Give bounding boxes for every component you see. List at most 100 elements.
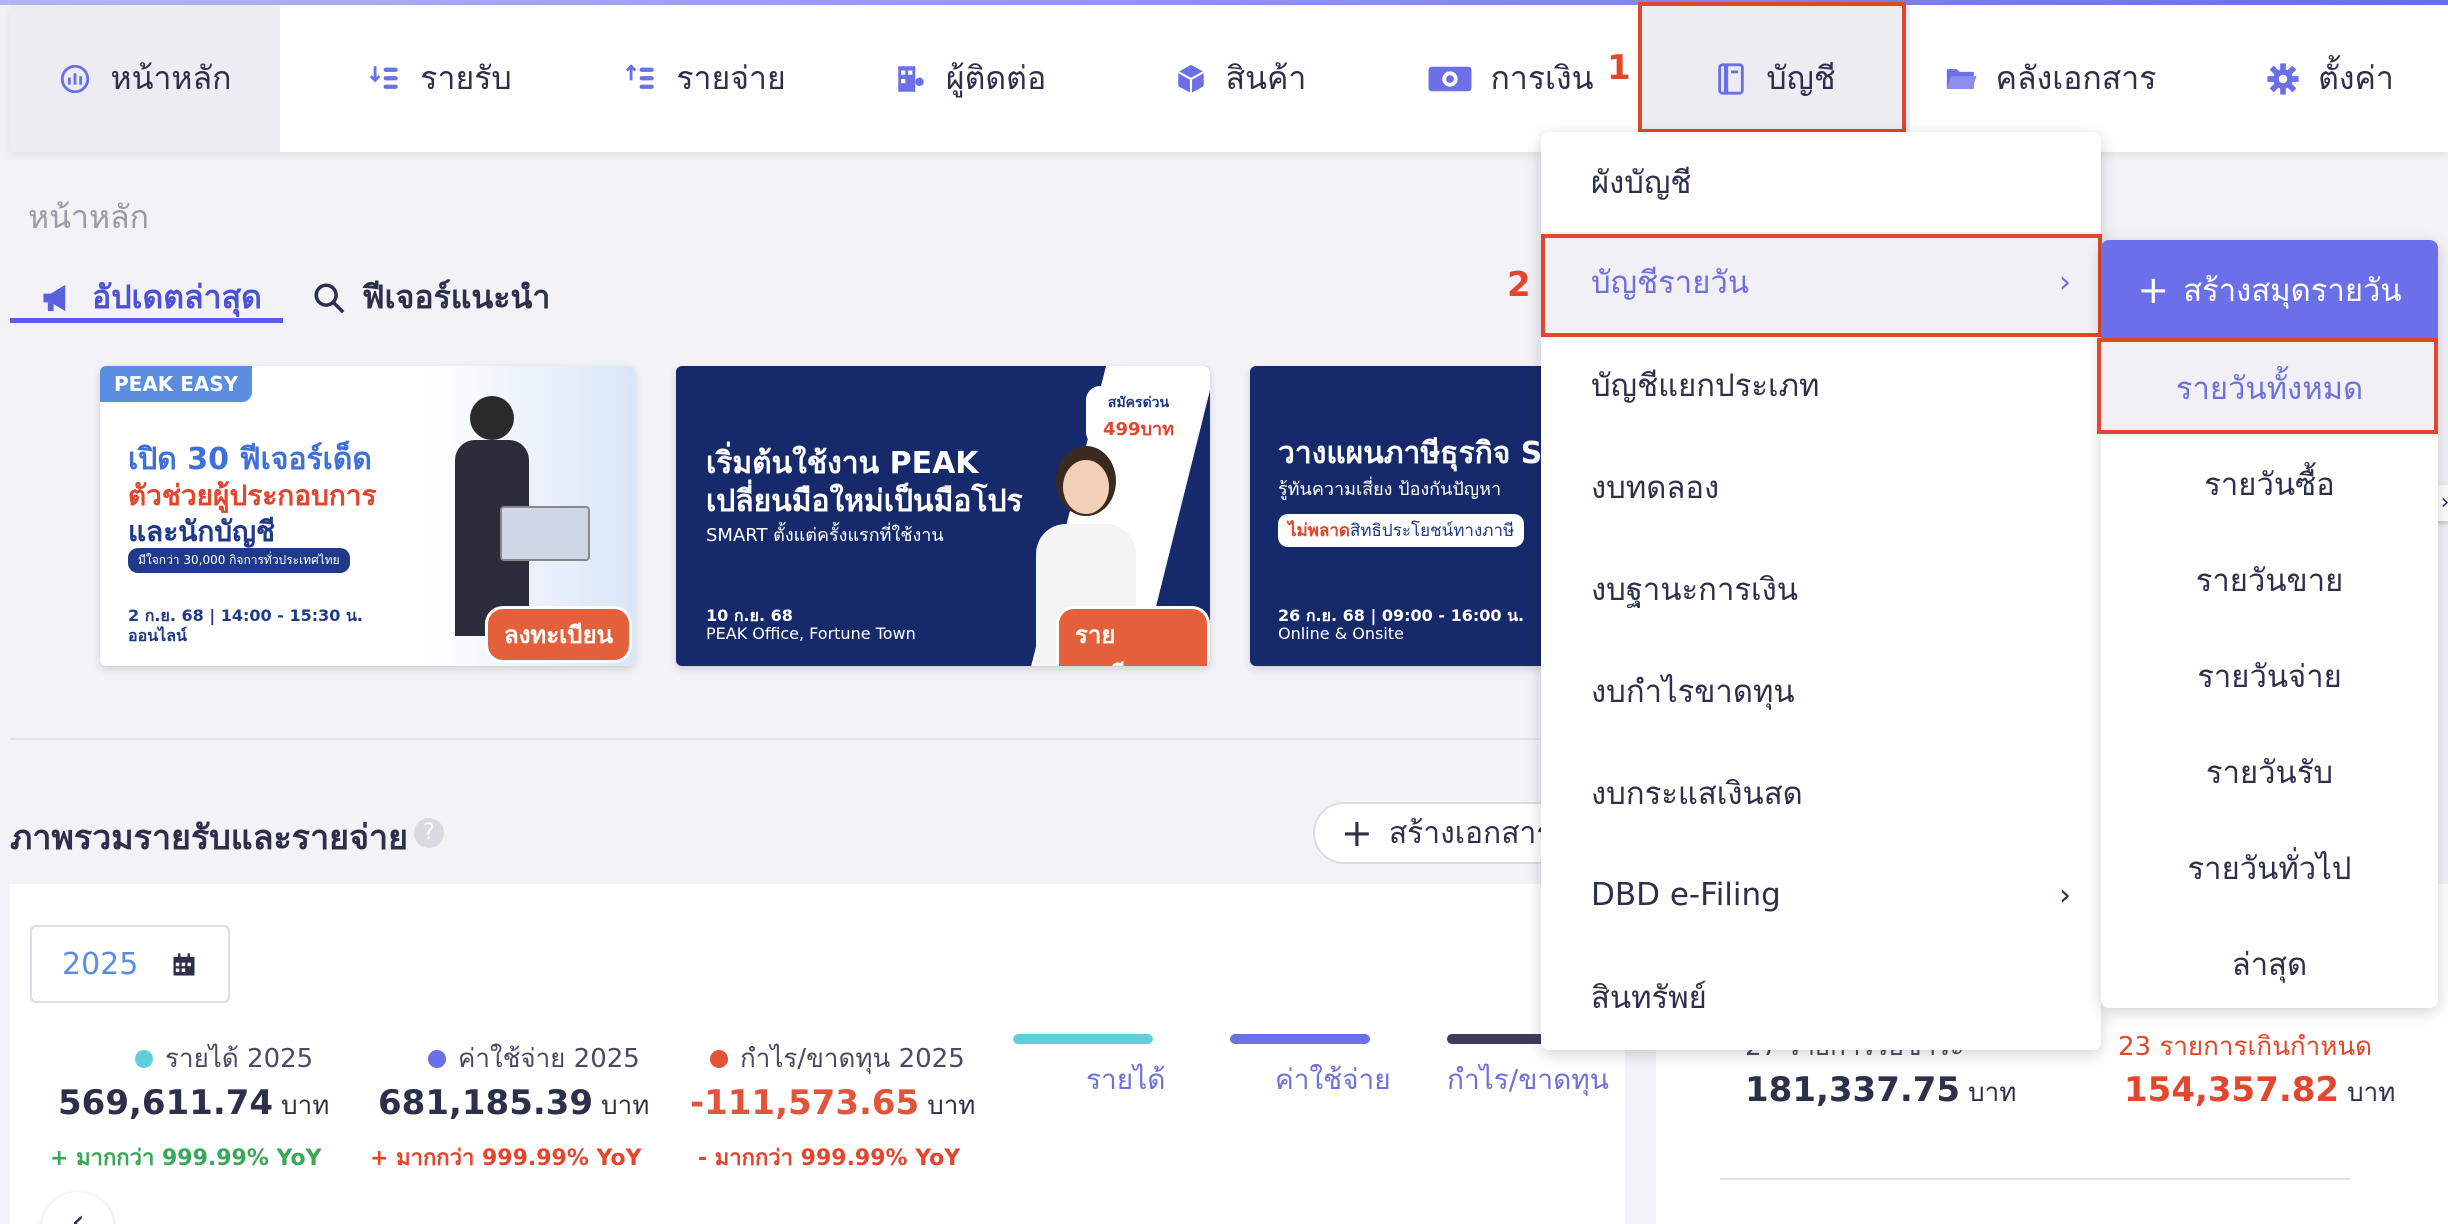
headline-part: เปิด	[128, 442, 188, 477]
create-document-label: สร้างเอกสาร	[1388, 815, 1553, 851]
nav-settings[interactable]: ตั้งค่า	[2240, 5, 2420, 152]
tag-emphasis: ไม่พลาด	[1288, 521, 1350, 541]
create-journal-button[interactable]: + สร้างสมุดรายวัน	[2101, 240, 2438, 340]
value-number: 154,357.82	[2124, 1070, 2340, 1110]
submenu-item-receipt-journal[interactable]: รายวันรับ	[2101, 724, 2438, 820]
create-document-button[interactable]: + สร้างเอกสาร	[1313, 802, 1573, 864]
year-picker[interactable]: 2025	[30, 925, 230, 1003]
value-unit: บาท	[601, 1091, 650, 1121]
profit-yoy: - มากกว่า 999.99% YoY	[698, 1146, 961, 1171]
submenu-label: รายวันจ่าย	[2197, 659, 2342, 695]
section-divider	[10, 738, 1550, 740]
income-yoy: + มากกว่า 999.99% YoY	[50, 1146, 322, 1171]
profit-stat-label: กำไร/ขาดทุน 2025	[710, 1038, 965, 1079]
nav-label: รายรับ	[420, 59, 512, 97]
legend-profit[interactable]: กำไร/ขาดทุน	[1447, 1058, 1609, 1102]
megaphone-icon	[40, 282, 76, 314]
price-bubble: สมัครด่วน 499บาท	[1086, 386, 1191, 446]
main-navbar: หน้าหลัก รายรับ รายจ่าย ผู้ติดต่อ สินค้า…	[10, 5, 2448, 152]
submenu-item-purchase-journal[interactable]: รายวันซื้อ	[2101, 436, 2438, 532]
annotation-step-1: 1	[1607, 48, 1631, 88]
tab-features[interactable]: ฟีเจอร์แนะนำ	[312, 270, 550, 325]
submenu-item-payment-journal[interactable]: รายวันจ่าย	[2101, 628, 2438, 724]
expense-stat-label: ค่าใช้จ่าย 2025	[428, 1038, 640, 1079]
folder-icon	[1944, 62, 1978, 96]
stat-label-text: กำไร/ขาดทุน 2025	[740, 1044, 965, 1074]
highlight-all-journals	[2097, 338, 2438, 434]
banner-sub: รู้ทันความเสี่ยง ป้องกันปัญหา	[1278, 479, 1502, 500]
nav-label: สินค้า	[1225, 59, 1307, 97]
plus-icon: +	[2137, 268, 2170, 312]
expense-value: 681,185.39 บาท	[378, 1083, 649, 1126]
submenu-label: ล่าสุด	[2231, 947, 2308, 983]
menu-item-income-statement[interactable]: งบกำไรขาดทุน	[1541, 641, 2101, 741]
nav-label: ตั้งค่า	[2318, 59, 2394, 97]
stat-label-text: รายได้ 2025	[165, 1044, 314, 1074]
help-icon[interactable]: ?	[414, 818, 444, 848]
menu-item-dbd-efiling[interactable]: DBD e-Filing ›	[1541, 845, 2101, 945]
create-journal-label: สร้างสมุดรายวัน	[2183, 273, 2402, 309]
submenu-item-latest[interactable]: ล่าสุด	[2101, 916, 2438, 1012]
banner-tax-planning[interactable]: วางแผนภาษีธุรกิจ S รู้ทันความเสี่ยง ป้อง…	[1250, 366, 1550, 666]
nav-expense[interactable]: รายจ่าย	[600, 5, 810, 152]
laptop-illustration	[500, 506, 590, 561]
nav-label: คลังเอกสาร	[1995, 59, 2157, 97]
nav-label: ผู้ติดต่อ	[945, 59, 1047, 97]
menu-label: งบกำไรขาดทุน	[1591, 674, 1795, 710]
chevron-right-icon: ›	[2059, 877, 2071, 913]
submenu-item-general-journal[interactable]: รายวันทั่วไป	[2101, 820, 2438, 916]
nav-label: การเงิน	[1490, 59, 1594, 97]
details-button[interactable]: รายละเอียด	[1056, 606, 1210, 666]
tab-label: ฟีเจอร์แนะนำ	[362, 278, 551, 316]
value-unit: บาท	[2347, 1078, 2396, 1108]
menu-item-general-ledger[interactable]: บัญชีแยกประเภท	[1541, 335, 2101, 435]
bubble-price: 499บาท	[1103, 419, 1174, 440]
nav-income[interactable]: รายรับ	[340, 5, 540, 152]
menu-item-balance-sheet[interactable]: งบฐานะการเงิน	[1541, 539, 2101, 639]
nav-documents[interactable]: คลังเอกสาร	[1930, 5, 2170, 152]
menu-label: งบฐานะการเงิน	[1591, 572, 1798, 608]
value-unit: บาท	[281, 1091, 330, 1121]
register-button[interactable]: ลงทะเบียน	[485, 606, 633, 663]
legend-dot-expense	[428, 1049, 446, 1068]
legend-dot-profit	[710, 1049, 728, 1068]
menu-label: งบทดลอง	[1591, 470, 1720, 506]
legend-dot-income	[135, 1049, 153, 1068]
value-number: -111,573.65	[690, 1083, 920, 1123]
nav-products[interactable]: สินค้า	[1160, 5, 1320, 152]
overdue-label: 23 รายการเกินกำหนด	[2118, 1032, 2372, 1062]
menu-item-trial-balance[interactable]: งบทดลอง	[1541, 437, 2101, 537]
value-unit: บาท	[1968, 1078, 2017, 1108]
legend-income[interactable]: รายได้	[1086, 1058, 1165, 1102]
panel-divider	[1720, 1178, 2350, 1180]
calendar-icon	[170, 951, 198, 987]
pending-value: 181,337.75 บาท	[1745, 1070, 2016, 1113]
dashboard-icon	[58, 62, 92, 96]
nav-contacts[interactable]: ผู้ติดต่อ	[870, 5, 1070, 152]
banner-tag: ไม่พลาดสิทธิประโยชน์ทางภาษี	[1278, 514, 1525, 547]
banner-peak-start[interactable]: เริ่มต้นใช้งาน PEAK เปลี่ยนมือใหม่เป็นมื…	[676, 366, 1210, 666]
legend-expense[interactable]: ค่าใช้จ่าย	[1275, 1058, 1391, 1102]
submenu-label: รายวันซื้อ	[2204, 467, 2335, 503]
banner-sub: SMART ตั้งแต่ครั้งแรกที่ใช้งาน	[706, 525, 944, 546]
nav-home[interactable]: หน้าหลัก	[10, 5, 280, 152]
contacts-icon	[894, 62, 928, 96]
banner-peak-easy[interactable]: PEAK EASY เปิด 30 ฟีเจอร์เด็ด ตัวช่วยผู้…	[100, 366, 635, 666]
banner-tag: PEAK EASY	[100, 366, 253, 402]
overdue-value: 154,357.82 บาท	[2124, 1070, 2395, 1113]
expense-icon	[624, 62, 658, 96]
menu-label: DBD e-Filing	[1591, 877, 1781, 913]
menu-label: บัญชีแยกประเภท	[1591, 368, 1820, 404]
submenu-item-sales-journal[interactable]: รายวันขาย	[2101, 532, 2438, 628]
highlight-accounting	[1638, 2, 1906, 133]
active-tab-underline	[10, 318, 283, 323]
tag-rest: สิทธิประโยชน์ทางภาษี	[1349, 521, 1515, 541]
menu-item-chart-of-accounts[interactable]: ผังบัญชี	[1541, 132, 2101, 232]
tab-updates[interactable]: อัปเดตล่าสุด	[40, 270, 262, 325]
menu-item-assets[interactable]: สินทรัพย์	[1541, 947, 2101, 1047]
nav-finance[interactable]: การเงิน	[1410, 5, 1610, 152]
value-number: 569,611.74	[58, 1083, 274, 1123]
income-icon	[368, 62, 402, 96]
menu-item-cash-flow[interactable]: งบกระแสเงินสด	[1541, 743, 2101, 843]
income-stat-label: รายได้ 2025	[135, 1038, 313, 1079]
